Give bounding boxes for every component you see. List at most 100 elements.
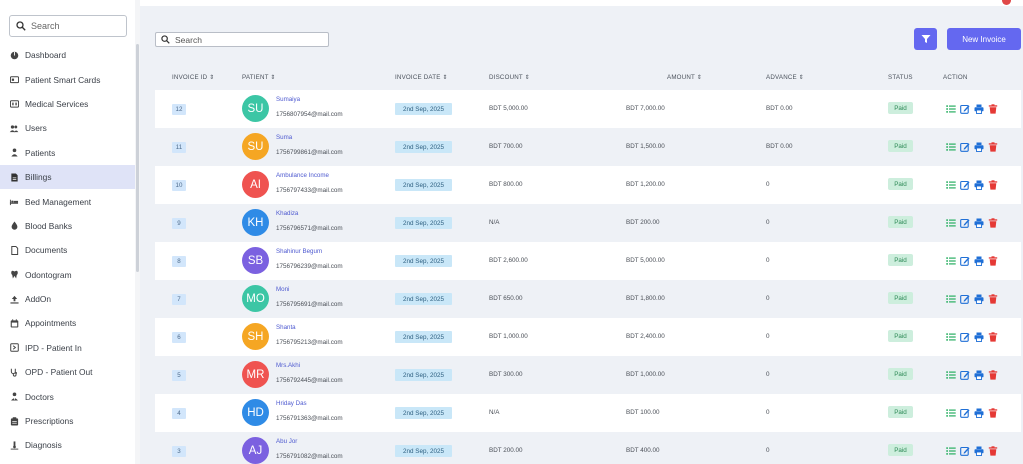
print-button[interactable] [974, 408, 984, 418]
view-details-button[interactable] [946, 294, 956, 304]
print-button[interactable] [974, 142, 984, 152]
sidebar-item-documents[interactable]: Documents [0, 238, 138, 262]
view-details-button[interactable] [946, 408, 956, 418]
delete-button[interactable] [988, 256, 998, 266]
print-button[interactable] [974, 218, 984, 228]
view-details-button[interactable] [946, 218, 956, 228]
trash-icon [988, 408, 998, 418]
list-icon [946, 142, 956, 152]
advance-value: 0 [766, 219, 770, 226]
amount-value: BDT 2,400.00 [626, 333, 665, 340]
patient-name-link[interactable]: Moni [276, 286, 289, 293]
edit-button[interactable] [960, 370, 970, 380]
invoice-search[interactable] [155, 32, 329, 47]
print-button[interactable] [974, 332, 984, 342]
patient-name-link[interactable]: Hriday Das [276, 400, 307, 407]
patient-name-link[interactable]: Shanta [276, 324, 296, 331]
status-badge: Paid [888, 406, 913, 418]
edit-button[interactable] [960, 104, 970, 114]
view-details-button[interactable] [946, 332, 956, 342]
delete-button[interactable] [988, 104, 998, 114]
view-details-button[interactable] [946, 446, 956, 456]
sidebar-item-doctors[interactable]: Doctors [0, 384, 138, 408]
invoice-search-input[interactable] [175, 34, 325, 45]
view-details-button[interactable] [946, 180, 956, 190]
bed-icon [9, 197, 19, 207]
delete-button[interactable] [988, 142, 998, 152]
print-button[interactable] [974, 104, 984, 114]
edit-button[interactable] [960, 218, 970, 228]
edit-button[interactable] [960, 446, 970, 456]
list-icon [946, 218, 956, 228]
status-badge: Paid [888, 444, 913, 456]
sidebar-item-label: Prescriptions [25, 416, 74, 427]
sidebar-item-odontogram[interactable]: Odontogram [0, 263, 138, 287]
table-row: 12 SU Sumaiya 1756807954@mail.com 2nd Sep, 2… [155, 90, 1021, 128]
delete-button[interactable] [988, 446, 998, 456]
col-invoice-id[interactable]: INVOICE ID ⇕ [172, 74, 215, 81]
patient-name-link[interactable]: Mrs.Akhi [276, 362, 300, 369]
sidebar-scrollbar-thumb[interactable] [136, 44, 139, 272]
sidebar-item-patient-smart-cards[interactable]: Patient Smart Cards [0, 67, 138, 91]
sidebar-item-ipd-patient-in[interactable]: IPD - Patient In [0, 336, 138, 360]
print-button[interactable] [974, 446, 984, 456]
sidebar-search[interactable] [9, 15, 127, 37]
edit-button[interactable] [960, 332, 970, 342]
delete-button[interactable] [988, 332, 998, 342]
delete-button[interactable] [988, 294, 998, 304]
new-invoice-button[interactable]: New Invoice [947, 28, 1021, 50]
col-discount[interactable]: DISCOUNT ⇕ [489, 74, 530, 81]
notification-dot[interactable] [1002, 0, 1011, 5]
col-amount[interactable]: AMOUNT ⇕ [667, 74, 702, 81]
col-patient[interactable]: PATIENT ⇕ [242, 74, 276, 81]
sidebar-item-medical-services[interactable]: Medical Services [0, 92, 138, 116]
patient-name-link[interactable]: Khadiza [276, 210, 298, 217]
patient-name-link[interactable]: Ambulance Income [276, 172, 329, 179]
patient-name-link[interactable]: Shahinur Begum [276, 248, 322, 255]
sidebar-item-addon[interactable]: AddOn [0, 287, 138, 311]
sidebar-item-dashboard[interactable]: Dashboard [0, 43, 138, 67]
delete-button[interactable] [988, 408, 998, 418]
status-badge: Paid [888, 140, 913, 152]
patient-name-link[interactable]: Suma [276, 134, 292, 141]
view-details-button[interactable] [946, 104, 956, 114]
sidebar-item-patients[interactable]: Patients [0, 141, 138, 165]
patient-name-link[interactable]: Sumaiya [276, 96, 300, 103]
print-button[interactable] [974, 294, 984, 304]
row-actions [946, 142, 998, 152]
sidebar-item-appointments[interactable]: Appointments [0, 311, 138, 335]
delete-button[interactable] [988, 180, 998, 190]
delete-button[interactable] [988, 218, 998, 228]
patient-name-link[interactable]: Abu Jor [276, 438, 297, 445]
sidebar-item-billings[interactable]: Billings [0, 164, 138, 190]
sidebar-item-blood-banks[interactable]: Blood Banks [0, 214, 138, 238]
view-details-button[interactable] [946, 370, 956, 380]
advance-value: 0 [766, 295, 770, 302]
view-details-button[interactable] [946, 256, 956, 266]
print-button[interactable] [974, 370, 984, 380]
edit-button[interactable] [960, 142, 970, 152]
print-button[interactable] [974, 180, 984, 190]
edit-button[interactable] [960, 256, 970, 266]
col-advance[interactable]: ADVANCE ⇕ [766, 74, 804, 81]
view-details-button[interactable] [946, 142, 956, 152]
print-icon [974, 370, 984, 380]
sidebar-item-users[interactable]: Users [0, 116, 138, 140]
print-button[interactable] [974, 256, 984, 266]
print-icon [974, 142, 984, 152]
delete-button[interactable] [988, 370, 998, 380]
edit-button[interactable] [960, 180, 970, 190]
sidebar-item-bed-management[interactable]: Bed Management [0, 189, 138, 213]
sidebar-item-opd-patient-out[interactable]: OPD - Patient Out [0, 360, 138, 384]
trash-icon [988, 104, 998, 114]
sidebar-item-prescriptions[interactable]: Prescriptions [0, 409, 138, 433]
discount-value: BDT 200.00 [489, 447, 523, 454]
edit-button[interactable] [960, 294, 970, 304]
edit-button[interactable] [960, 408, 970, 418]
filter-button[interactable] [914, 28, 937, 50]
sidebar-search-input[interactable] [31, 21, 121, 31]
col-invoice-date[interactable]: INVOICE DATE ⇕ [395, 74, 448, 81]
sidebar-item-diagnosis[interactable]: Diagnosis [0, 433, 138, 457]
list-icon [946, 408, 956, 418]
invoice-id-badge: 10 [172, 180, 186, 191]
